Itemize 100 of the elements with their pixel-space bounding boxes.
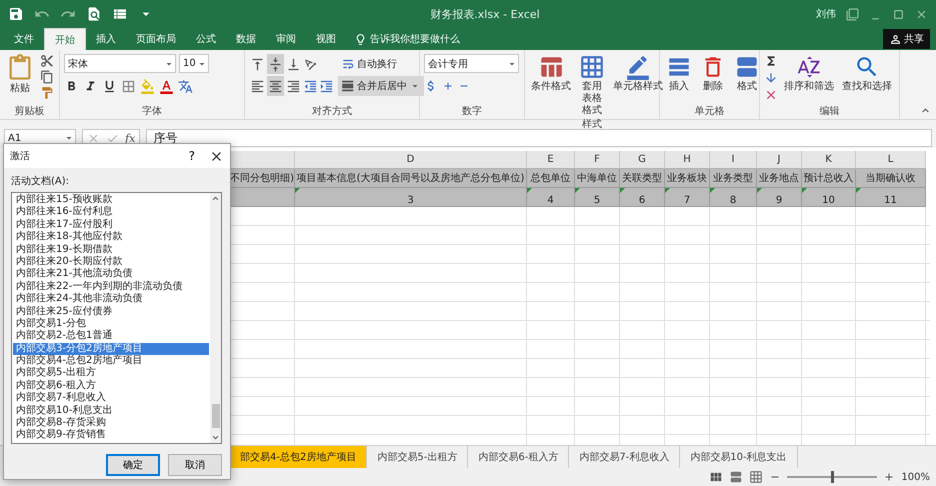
normal-view-icon[interactable] bbox=[709, 470, 724, 484]
group-label: 字体 bbox=[141, 104, 163, 119]
align-middle-button[interactable] bbox=[267, 54, 284, 74]
list-item[interactable]: 内部往来17-应付股利 bbox=[13, 218, 209, 232]
font-color-icon[interactable] bbox=[159, 79, 174, 94]
list-item[interactable]: 内部交易6-租入方 bbox=[13, 380, 209, 392]
list-item[interactable]: 内部往来16-应付利息 bbox=[13, 206, 209, 219]
increase-decimal-icon[interactable] bbox=[442, 80, 454, 92]
column-header[interactable]: G bbox=[620, 151, 665, 169]
fill-color-icon[interactable] bbox=[140, 79, 155, 94]
clear-icon[interactable] bbox=[764, 88, 778, 102]
table-cell: 8 bbox=[710, 188, 757, 207]
align-center-button[interactable] bbox=[267, 76, 284, 96]
table-cell: 7 bbox=[665, 188, 710, 207]
list-item[interactable]: 内部往来18-其他应付款 bbox=[13, 231, 209, 244]
list-label: 活动文档(A): bbox=[11, 174, 70, 188]
merge-center-button[interactable]: 合并后居中 bbox=[338, 76, 424, 96]
table-cell: 项目基本信息(大项目合同号以及房地产总分包单位) bbox=[295, 169, 527, 188]
list-item[interactable]: 内部交易7-利息收入 bbox=[13, 392, 209, 405]
ribbon-tab[interactable]: 页面布局 bbox=[126, 28, 186, 50]
list-item[interactable]: 内部交易10-利息支出 bbox=[13, 404, 209, 418]
font-size-field[interactable]: 10 bbox=[179, 54, 209, 73]
document-list[interactable] bbox=[11, 192, 222, 444]
tell-me-field[interactable]: 告诉我你想要做什么 bbox=[370, 32, 460, 46]
zoom-in-icon[interactable] bbox=[883, 471, 896, 483]
print-preview-icon[interactable] bbox=[86, 6, 102, 22]
ribbon-tab[interactable]: 开始 bbox=[44, 28, 86, 50]
cut-icon[interactable] bbox=[40, 54, 54, 68]
column-header[interactable]: E bbox=[527, 151, 575, 169]
maximize-icon[interactable] bbox=[892, 8, 905, 20]
ribbon-tab[interactable]: 数据 bbox=[226, 28, 266, 50]
ribbon-button[interactable]: 删除 bbox=[698, 54, 728, 104]
indent-decrease-icon[interactable] bbox=[303, 78, 318, 94]
zoom-level[interactable]: 100% bbox=[901, 472, 930, 482]
ribbon-tab[interactable]: 公式 bbox=[186, 28, 226, 50]
column-header[interactable]: K bbox=[802, 151, 856, 169]
list-item[interactable]: 内部交易1-分包 bbox=[13, 318, 209, 330]
list-item[interactable]: 内部往来24-其他非流动负债 bbox=[13, 293, 209, 306]
font-name-field[interactable]: 宋体 bbox=[64, 54, 176, 73]
list-item[interactable]: 内部交易3-分包2房地产项目 bbox=[13, 342, 209, 356]
column-header[interactable]: I bbox=[710, 151, 757, 169]
lightbulb-icon[interactable] bbox=[354, 32, 367, 46]
underline-icon[interactable] bbox=[102, 79, 117, 94]
scrollbar-thumb[interactable] bbox=[212, 404, 220, 428]
page-break-icon[interactable] bbox=[749, 470, 764, 484]
copy-icon[interactable] bbox=[40, 70, 54, 84]
column-header[interactable]: H bbox=[665, 151, 710, 169]
cell-style-icon bbox=[625, 54, 651, 80]
sheet-tab[interactable]: 部交易4-总包2房地产项目 bbox=[230, 446, 368, 468]
ribbon-button[interactable]: 条件格式 bbox=[529, 54, 573, 117]
table-cell: 总包单位 bbox=[527, 169, 575, 188]
list-item[interactable]: 内部往来15-预收账款 bbox=[13, 194, 209, 206]
ribbon-button[interactable]: 插入 bbox=[664, 54, 694, 104]
table-cell: 关联类型 bbox=[620, 169, 665, 188]
indent-increase-icon[interactable] bbox=[319, 78, 334, 94]
ribbon-tab[interactable]: 审阅 bbox=[266, 28, 306, 50]
ribbon-button[interactable]: 格式 bbox=[732, 54, 762, 104]
list-item[interactable]: 内部往来20-长期应付款 bbox=[13, 256, 209, 268]
list-item[interactable]: 内部往来19-长期借款 bbox=[13, 244, 209, 256]
list-item[interactable]: 内部交易5-出租方 bbox=[13, 367, 209, 380]
paste-button[interactable]: 粘贴 bbox=[4, 54, 36, 104]
align-bottom-icon bbox=[286, 56, 301, 72]
list-item[interactable]: 内部交易9-存货销售 bbox=[13, 429, 209, 442]
ribbon-display-icon[interactable] bbox=[846, 8, 859, 20]
list-item[interactable]: 内部交易4-总包2房地产项目 bbox=[13, 355, 209, 368]
format-painter-icon[interactable] bbox=[40, 86, 54, 100]
column-header[interactable]: F bbox=[575, 151, 620, 169]
ribbon-button[interactable]: 套用表格格式 bbox=[577, 54, 607, 117]
help-button[interactable]: ? bbox=[188, 149, 195, 163]
wrap-text-button[interactable]: 自动换行 bbox=[338, 54, 424, 74]
list-item[interactable]: 内部交易2-总包1普通 bbox=[13, 330, 209, 343]
table-cell: 业务板块 bbox=[665, 169, 710, 188]
list-item[interactable]: 内部交易8-存货采购 bbox=[13, 417, 209, 430]
list-item[interactable]: 内部往来21-其他流动负债 bbox=[13, 268, 209, 281]
column-header[interactable]: J bbox=[757, 151, 802, 169]
formula-input[interactable]: 序号 bbox=[146, 129, 932, 147]
column-header[interactable]: L bbox=[856, 151, 926, 169]
column-header[interactable]: D bbox=[295, 151, 527, 169]
phonetic-icon[interactable] bbox=[178, 79, 193, 94]
share-button[interactable]: 共享 bbox=[883, 29, 930, 49]
list-item[interactable]: 内部往来22-一年内到期的非流动负债 bbox=[13, 280, 209, 294]
group-label: 编辑 bbox=[818, 104, 840, 119]
cell-grid[interactable] bbox=[230, 207, 930, 445]
ribbon-button[interactable]: 单元格样式 bbox=[611, 54, 665, 117]
ribbon-button[interactable]: 排序和筛选 bbox=[782, 54, 836, 104]
user-name: 刘伟 bbox=[816, 8, 836, 21]
ribbon-tab[interactable]: 插入 bbox=[86, 28, 126, 50]
number-format-field[interactable]: 会计专用 bbox=[424, 54, 519, 73]
ribbon-tab[interactable]: 文件 bbox=[4, 28, 44, 50]
ok-button[interactable]: 确定 bbox=[106, 454, 160, 476]
fill-icon[interactable] bbox=[764, 71, 778, 85]
cancel-button[interactable]: 取消 bbox=[168, 454, 222, 476]
zoom-slider-thumb[interactable] bbox=[831, 471, 834, 483]
orientation-icon[interactable] bbox=[303, 56, 318, 72]
table-cell: 11 bbox=[856, 188, 926, 207]
ribbon-tab[interactable]: 视图 bbox=[306, 28, 346, 50]
page-layout-icon[interactable] bbox=[729, 470, 744, 484]
list-item[interactable]: 内部往来25-应付债券 bbox=[13, 306, 209, 318]
ribbon-button[interactable]: 查找和选择 bbox=[840, 54, 894, 104]
save-icon[interactable] bbox=[8, 6, 24, 22]
